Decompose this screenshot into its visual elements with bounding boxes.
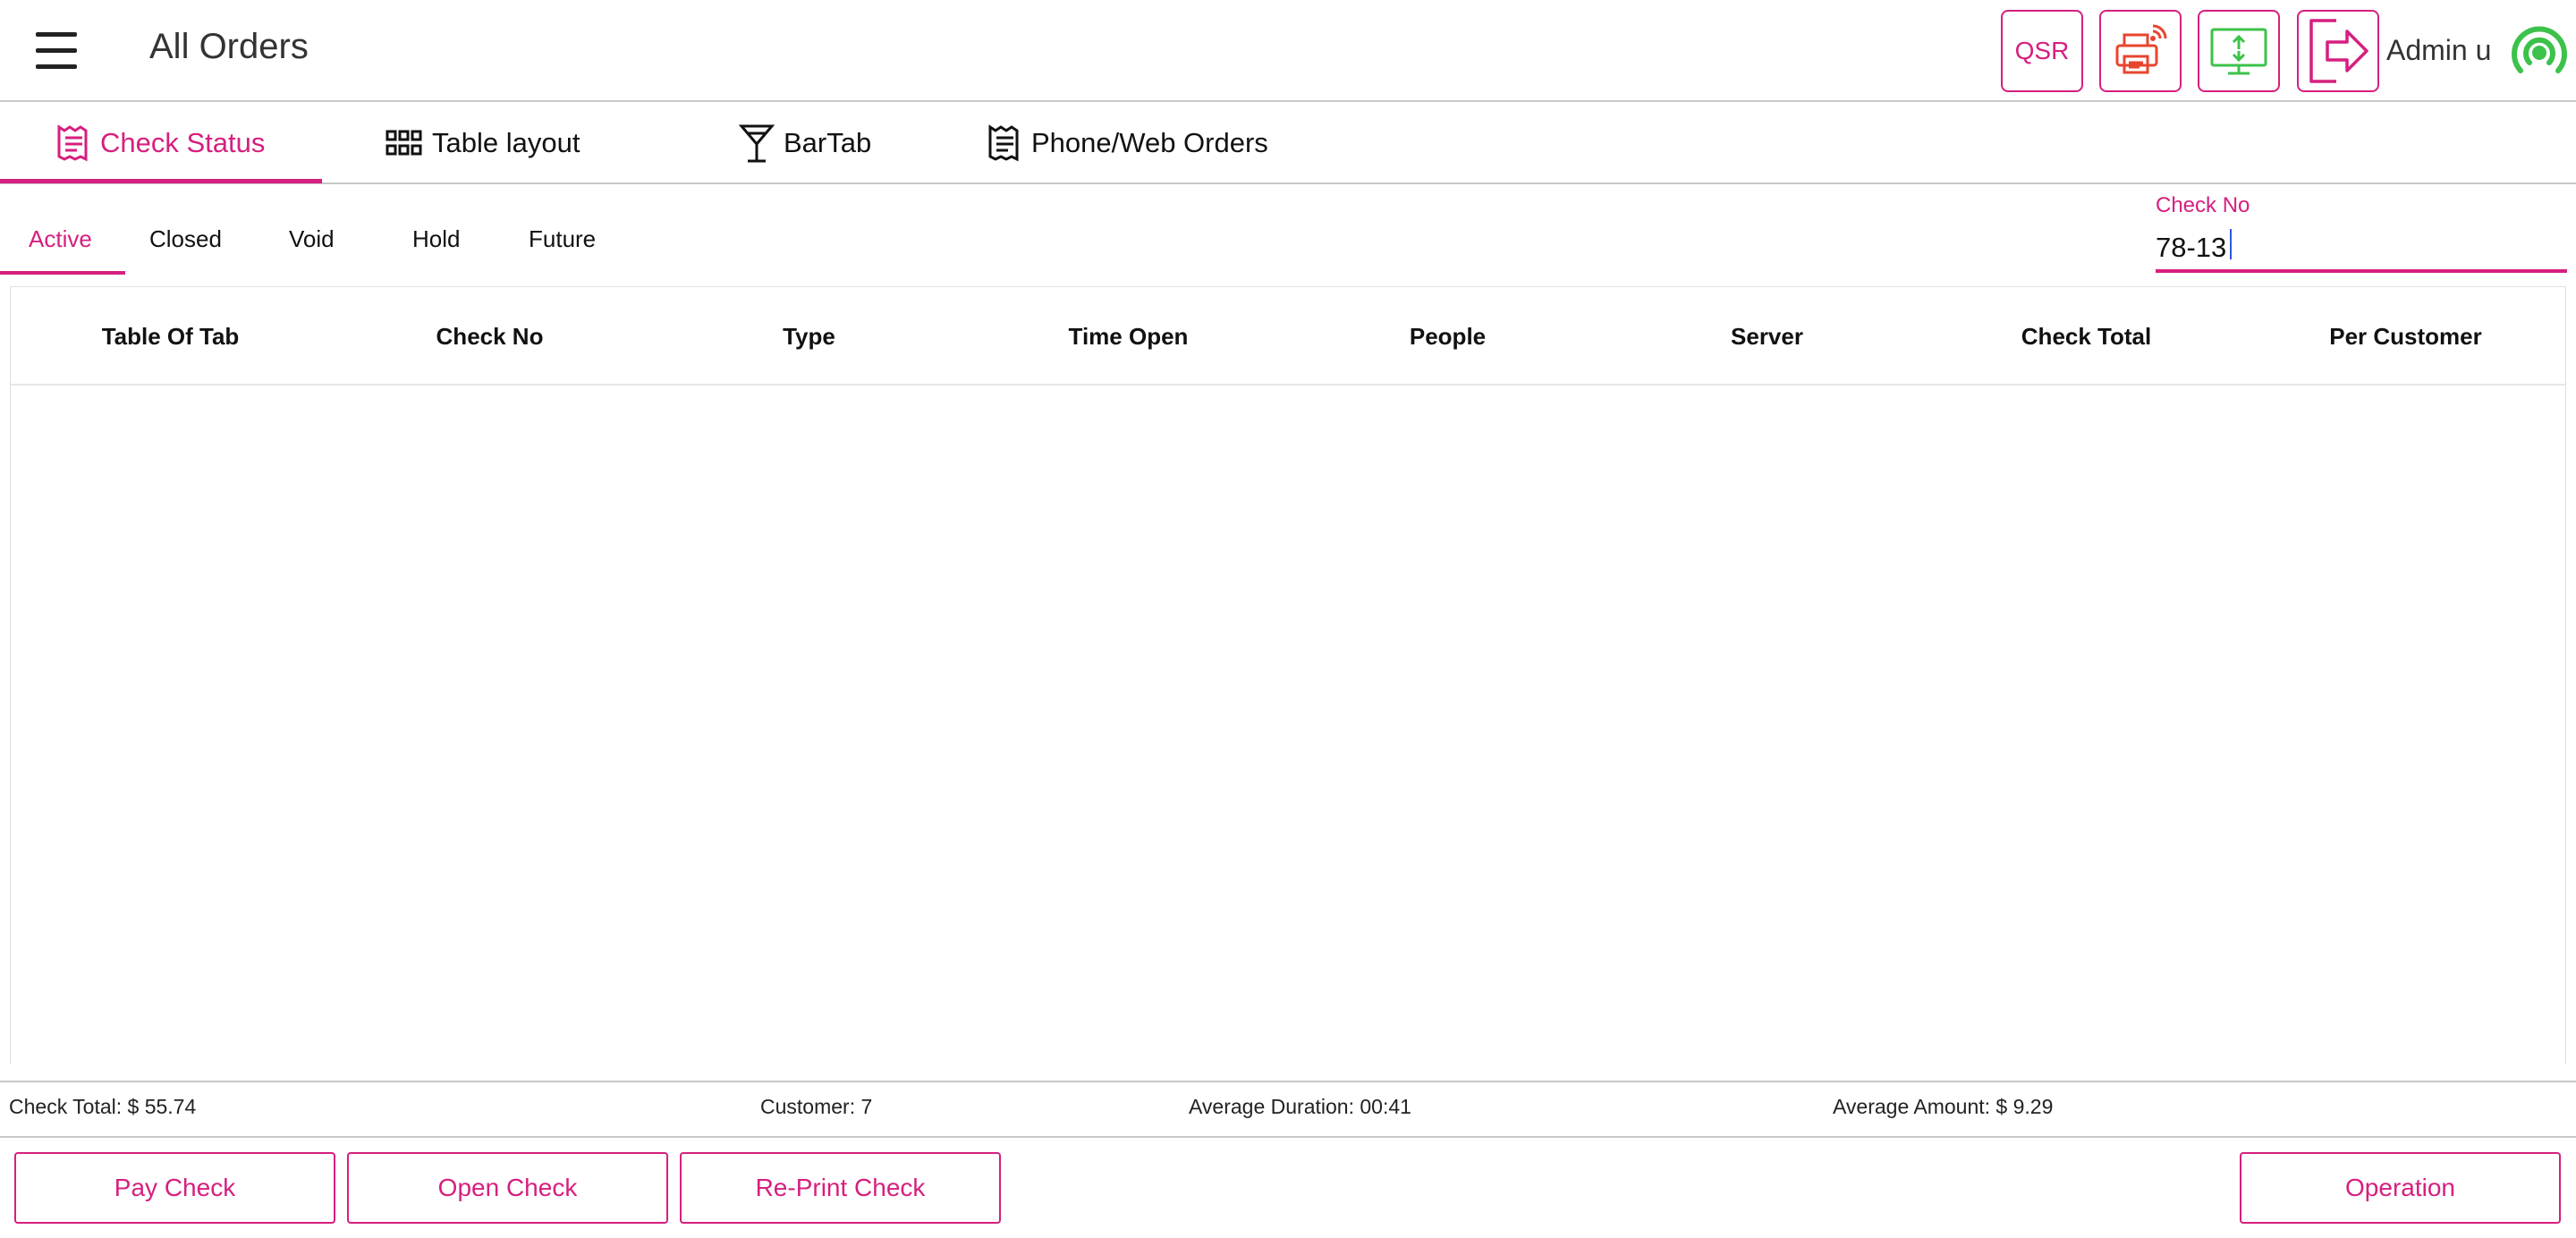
column-header[interactable]: Type [649,287,969,386]
tab-label: BarTab [784,127,872,158]
wireless-printer-icon [2115,24,2167,74]
customer-display-button[interactable] [2198,10,2280,92]
reprint-check-button[interactable]: Re-Print Check [680,1152,1001,1224]
tab-phone-web-orders[interactable]: Phone/Web Orders [987,104,1268,182]
connection-status-icon [2512,26,2567,73]
tab-table-layout[interactable]: Table layout [386,104,580,182]
summary-average-amount: Average Amount: $ 9.29 [1833,1095,2054,1118]
filter-hold[interactable]: Hold [412,225,460,253]
main-tabs: Check Status Table layout BarTab Phone/W… [0,104,2576,184]
cocktail-glass-icon [739,124,775,163]
app-header: All Orders QSR Admin u [0,0,2576,102]
menu-icon[interactable] [36,32,77,70]
grid-icon [386,130,422,156]
operation-button[interactable]: Operation [2240,1152,2561,1224]
page-title: All Orders [149,27,309,66]
user-name: Admin u [2386,34,2492,66]
check-no-input[interactable] [2156,226,2567,273]
filter-closed[interactable]: Closed [149,225,222,253]
active-tab-indicator [0,179,322,183]
column-header[interactable]: People [1288,287,1607,386]
summary-average-duration: Average Duration: 00:41 [1189,1095,1411,1118]
filter-void[interactable]: Void [289,225,335,253]
tab-label: Check Status [100,127,266,158]
monitor-sync-icon [2210,28,2267,75]
tab-check-status[interactable]: Check Status [55,104,265,182]
column-header[interactable]: Check Total [1927,287,2246,386]
column-header[interactable]: Server [1607,287,1927,386]
orders-table: Table Of Tab Check No Type Time Open Peo… [10,286,2566,1064]
column-header[interactable]: Time Open [969,287,1288,386]
check-no-label: Check No [2156,193,2250,217]
column-header[interactable]: Per Customer [2246,287,2565,386]
filter-future[interactable]: Future [529,225,596,253]
pay-check-button[interactable]: Pay Check [14,1152,335,1224]
tab-bartab[interactable]: BarTab [739,104,871,182]
logout-button[interactable] [2297,10,2379,92]
summary-bar: Check Total: $ 55.74 Customer: 7 Average… [0,1081,2576,1138]
text-caret [2230,229,2232,259]
filter-active[interactable]: Active [29,225,92,253]
logout-icon [2309,19,2368,83]
summary-check-total: Check Total: $ 55.74 [9,1095,197,1118]
active-filter-indicator [0,271,125,275]
open-check-button[interactable]: Open Check [347,1152,668,1224]
table-header: Table Of Tab Check No Type Time Open Peo… [11,287,2565,386]
summary-customer: Customer: 7 [760,1095,873,1118]
tab-label: Table layout [432,127,580,158]
receipt-icon [57,124,88,162]
printer-button[interactable] [2099,10,2182,92]
column-header[interactable]: Check No [330,287,649,386]
qsr-button[interactable]: QSR [2001,10,2083,92]
column-header[interactable]: Table Of Tab [11,287,330,386]
receipt-icon [988,124,1019,162]
tab-label: Phone/Web Orders [1031,127,1268,158]
